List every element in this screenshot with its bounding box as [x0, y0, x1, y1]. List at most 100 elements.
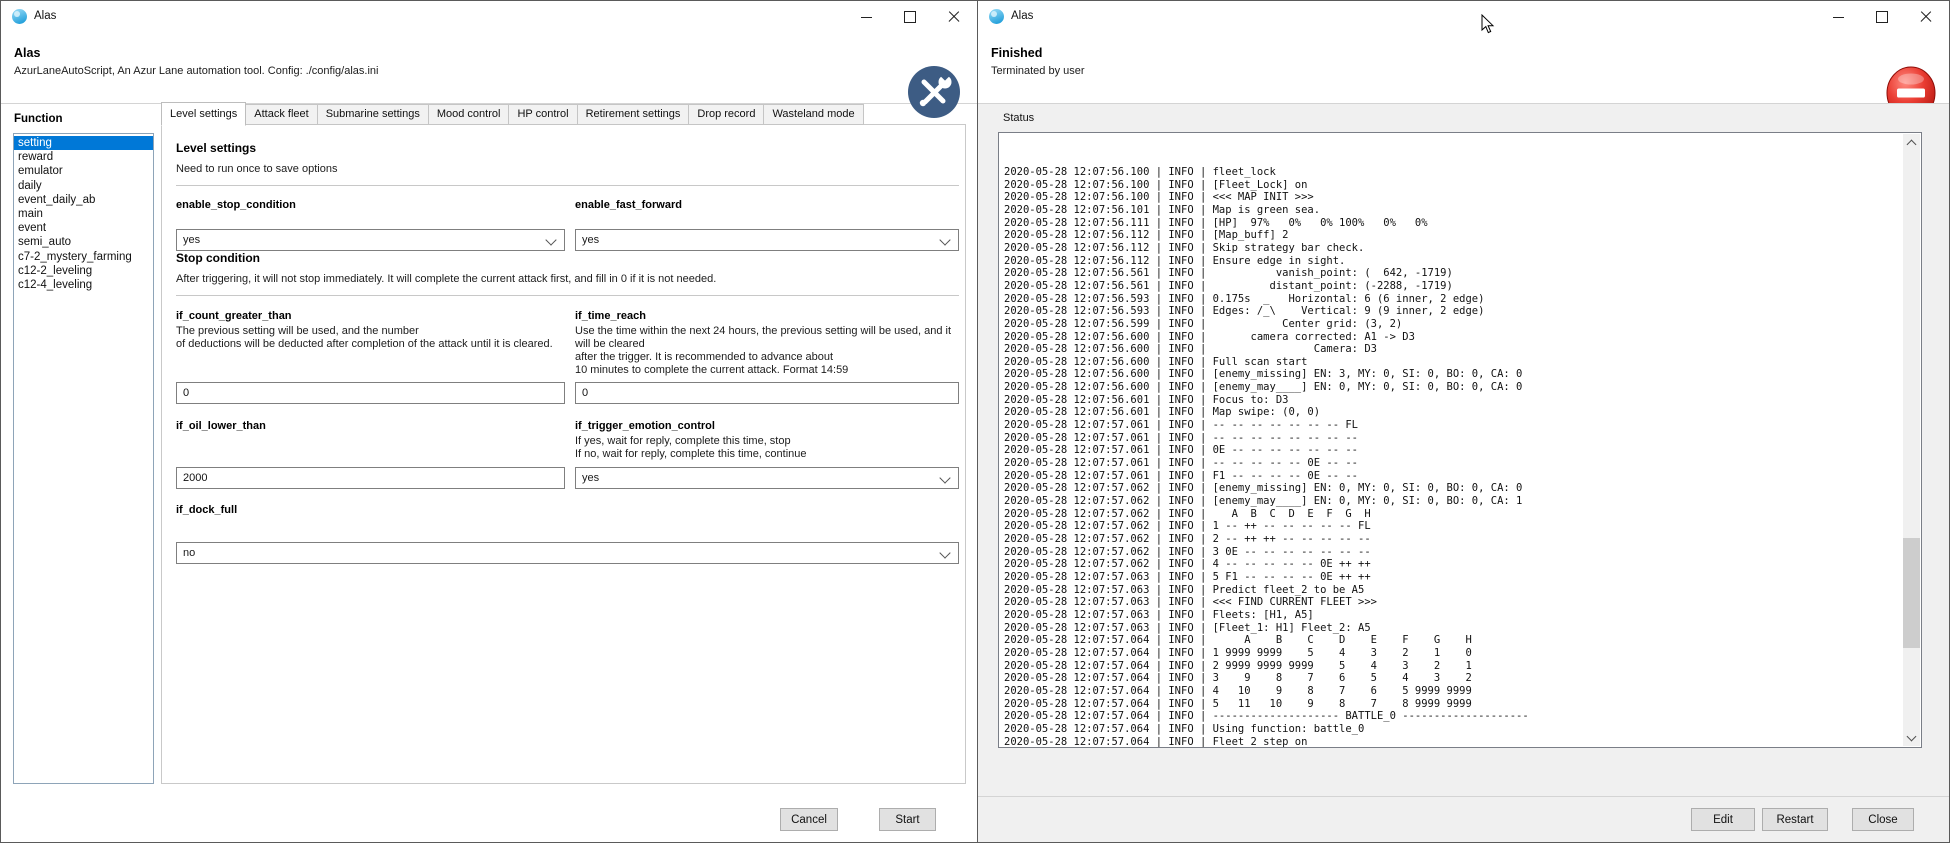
close-icon: [948, 11, 960, 23]
enable-fast-forward-value: yes: [582, 234, 599, 246]
field-label-if-oil-lower-than: if_oil_lower_than: [176, 420, 565, 432]
log-line: 2020-05-28 12:07:56.601 | INFO | Focus t…: [1004, 394, 1901, 407]
chevron-down-icon: [939, 547, 950, 558]
log-line: 2020-05-28 12:07:57.062 | INFO | 4 -- --…: [1004, 558, 1901, 571]
log-line: 2020-05-28 12:07:57.064 | INFO | 3 9 8 7…: [1004, 672, 1901, 685]
if-trigger-emotion-control-select[interactable]: yes: [575, 467, 959, 489]
scroll-up-button[interactable]: [1903, 134, 1920, 151]
log-output[interactable]: 2020-05-28 12:07:56.100 | INFO | fleet_l…: [998, 132, 1922, 748]
function-list-item[interactable]: c12-4_leveling: [14, 278, 153, 292]
function-list-item[interactable]: semi_auto: [14, 235, 153, 249]
function-list-item[interactable]: main: [14, 207, 153, 221]
log-line: 2020-05-28 12:07:57.064 | INFO | -------…: [1004, 710, 1901, 723]
if-dock-full-select[interactable]: no: [176, 542, 959, 564]
cancel-button[interactable]: Cancel: [780, 808, 838, 831]
function-list-item[interactable]: daily: [14, 179, 153, 193]
close-button[interactable]: [945, 8, 963, 26]
log-line: 2020-05-28 12:07:56.600 | INFO | Camera:…: [1004, 343, 1901, 356]
settings-tab[interactable]: Level settings: [161, 102, 246, 126]
minimize-button[interactable]: [1829, 8, 1847, 26]
function-list-item[interactable]: event: [14, 221, 153, 235]
log-scrollbar[interactable]: [1903, 134, 1920, 746]
alas-config-window: Alas Alas AzurLaneAutoScript, An Azur La…: [0, 0, 978, 843]
scroll-down-button[interactable]: [1903, 729, 1920, 746]
alas-app-icon: [988, 8, 1005, 25]
function-list-item[interactable]: c7-2_mystery_farming: [14, 250, 153, 264]
settings-tab[interactable]: Attack fleet: [246, 104, 317, 125]
field-desc-if-time-reach: Use the time within the next 24 hours, t…: [575, 325, 959, 377]
function-list-item[interactable]: c12-2_leveling: [14, 264, 153, 278]
status-header: Finished Terminated by user: [978, 33, 1949, 103]
field-label-if-dock-full: if_dock_full: [176, 504, 959, 516]
log-line: 2020-05-28 12:07:57.064 | INFO | A B C D…: [1004, 634, 1901, 647]
maximize-button[interactable]: [901, 8, 919, 26]
maximize-icon: [1876, 11, 1888, 23]
start-button[interactable]: Start: [879, 808, 936, 831]
log-line: 2020-05-28 12:07:57.061 | INFO | -- -- -…: [1004, 457, 1901, 470]
if-time-reach-input[interactable]: [575, 382, 959, 404]
log-line: 2020-05-28 12:07:56.593 | INFO | Edges: …: [1004, 305, 1901, 318]
settings-tab-strip: Level settingsAttack fleetSubmarine sett…: [161, 103, 864, 125]
maximize-icon: [904, 11, 916, 23]
maximize-button[interactable]: [1873, 8, 1891, 26]
config-title: Alas: [14, 46, 40, 60]
log-line: 2020-05-28 12:07:57.061 | INFO | -- -- -…: [1004, 419, 1901, 432]
minimize-icon: [861, 17, 872, 18]
scrollbar-thumb[interactable]: [1903, 538, 1920, 648]
if-count-greater-than-input[interactable]: [176, 382, 565, 404]
section-desc-stop-condition: After triggering, it will not stop immed…: [176, 273, 959, 285]
chevron-down-icon: [939, 472, 950, 483]
function-list[interactable]: settingrewardemulatordailyevent_daily_ab…: [13, 133, 154, 784]
log-line: 2020-05-28 12:07:56.561 | INFO | vanish_…: [1004, 267, 1901, 280]
chevron-up-icon: [1907, 139, 1917, 149]
log-line: 2020-05-28 12:07:56.101 | INFO | Map is …: [1004, 204, 1901, 217]
log-line: 2020-05-28 12:07:56.600 | INFO | [enemy_…: [1004, 368, 1901, 381]
settings-tab[interactable]: Retirement settings: [578, 104, 690, 125]
window-title: Alas: [1011, 10, 1033, 22]
enable-stop-condition-select[interactable]: yes: [176, 229, 565, 251]
settings-tab[interactable]: Submarine settings: [318, 104, 429, 125]
if-trigger-emotion-control-value: yes: [582, 472, 599, 484]
if-dock-full-value: no: [183, 547, 195, 559]
log-line: 2020-05-28 12:07:57.062 | INFO | 2 -- ++…: [1004, 533, 1901, 546]
settings-tab[interactable]: Drop record: [689, 104, 764, 125]
settings-tab[interactable]: HP control: [509, 104, 577, 125]
log-line: 2020-05-28 12:07:57.061 | INFO | F1 -- -…: [1004, 470, 1901, 483]
screen: Alas Alas AzurLaneAutoScript, An Azur La…: [0, 0, 1950, 843]
section-heading-stop-condition: Stop condition: [176, 251, 959, 265]
divider: [176, 295, 959, 296]
close-dialog-button[interactable]: Close: [1852, 808, 1914, 831]
log-line: 2020-05-28 12:07:56.112 | INFO | Ensure …: [1004, 255, 1901, 268]
minimize-button[interactable]: [857, 8, 875, 26]
log-line: 2020-05-28 12:07:57.064 | INFO | Using f…: [1004, 723, 1901, 736]
log-line: 2020-05-28 12:07:57.062 | INFO | 3 0E --…: [1004, 546, 1901, 559]
restart-button[interactable]: Restart: [1762, 808, 1828, 831]
close-icon: [1920, 11, 1932, 23]
log-line: 2020-05-28 12:07:56.561 | INFO | distant…: [1004, 280, 1901, 293]
section-heading-level-settings: Level settings: [176, 141, 959, 155]
run-state-title: Finished: [991, 46, 1042, 60]
log-line: 2020-05-28 12:07:56.599 | INFO | Center …: [1004, 318, 1901, 331]
function-list-item[interactable]: emulator: [14, 164, 153, 178]
log-line: 2020-05-28 12:07:57.063 | INFO | Fleets:…: [1004, 609, 1901, 622]
field-label-enable-fast-forward: enable_fast_forward: [575, 199, 959, 211]
settings-tab[interactable]: Wasteland mode: [764, 104, 863, 125]
log-line: 2020-05-28 12:07:57.064 | INFO | 4 10 9 …: [1004, 685, 1901, 698]
function-list-item[interactable]: setting: [14, 136, 153, 150]
settings-tab[interactable]: Mood control: [429, 104, 510, 125]
edit-button[interactable]: Edit: [1691, 808, 1755, 831]
chevron-down-icon: [1907, 731, 1917, 741]
close-button[interactable]: [1917, 8, 1935, 26]
log-line: 2020-05-28 12:07:57.064 | INFO | 2 9999 …: [1004, 660, 1901, 673]
log-line: 2020-05-28 12:07:57.062 | INFO | [enemy_…: [1004, 482, 1901, 495]
minimize-icon: [1833, 17, 1844, 18]
log-line: 2020-05-28 12:07:56.111 | INFO | [HP] 97…: [1004, 217, 1901, 230]
function-list-item[interactable]: event_daily_ab: [14, 193, 153, 207]
function-list-item[interactable]: reward: [14, 150, 153, 164]
enable-stop-condition-value: yes: [183, 234, 200, 246]
if-oil-lower-than-input[interactable]: [176, 467, 565, 489]
log-line: 2020-05-28 12:07:57.061 | INFO | 0E -- -…: [1004, 444, 1901, 457]
log-lines: 2020-05-28 12:07:56.100 | INFO | fleet_l…: [1004, 132, 1901, 748]
log-line: 2020-05-28 12:07:56.600 | INFO | Full sc…: [1004, 356, 1901, 369]
enable-fast-forward-select[interactable]: yes: [575, 229, 959, 251]
